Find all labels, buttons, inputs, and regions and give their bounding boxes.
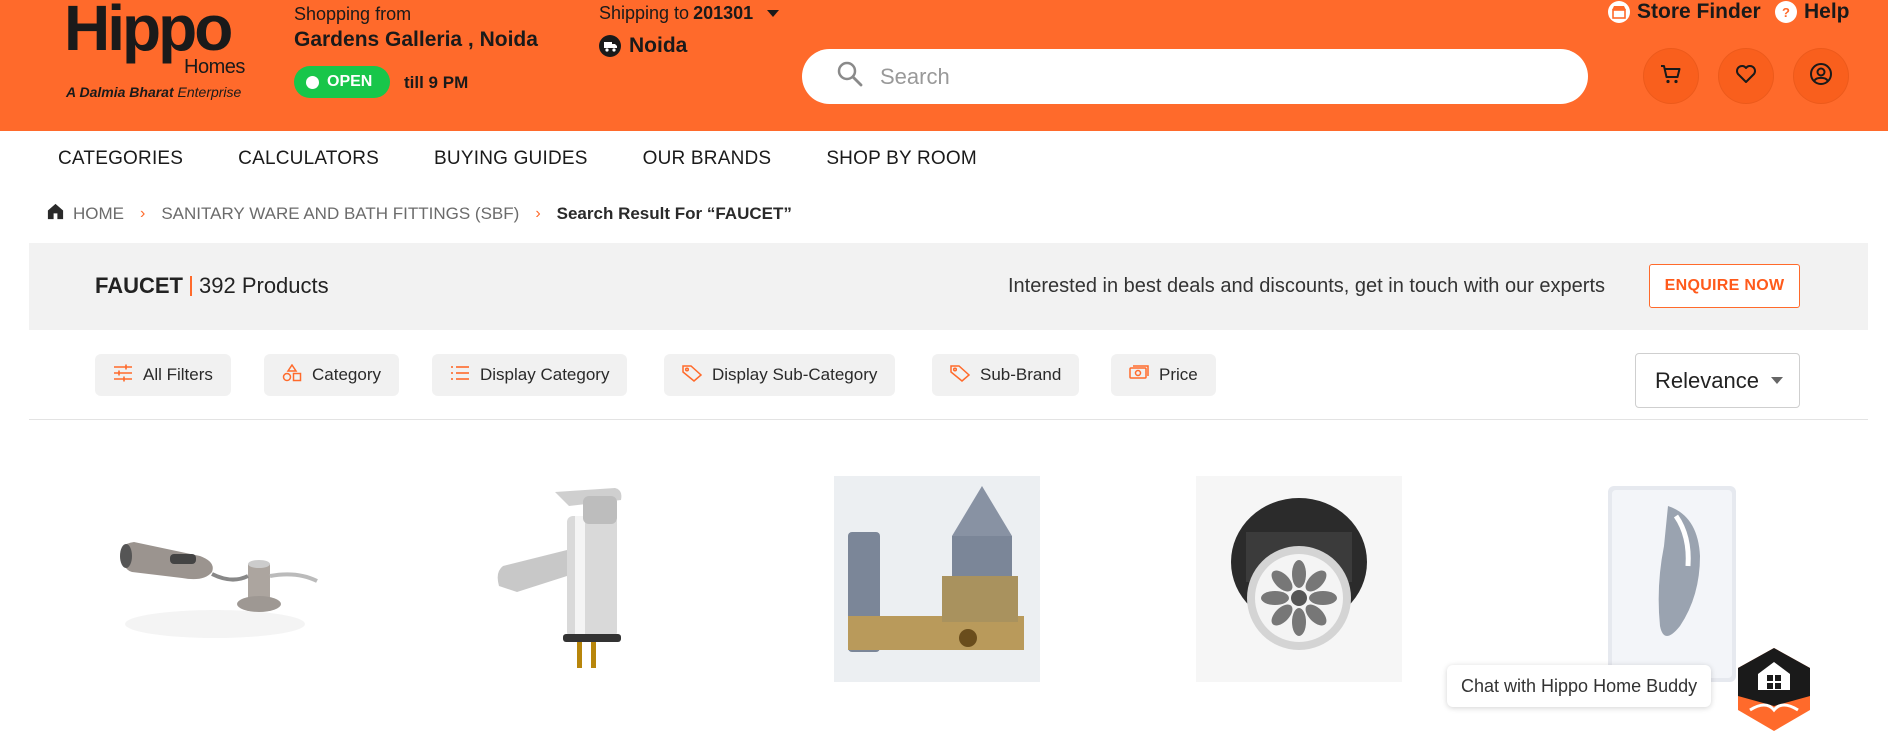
search-bar[interactable]: [802, 49, 1588, 104]
breadcrumb-category[interactable]: SANITARY WARE AND BATH FITTINGS (SBF): [161, 204, 519, 224]
money-icon: [1129, 364, 1149, 387]
wishlist-button[interactable]: [1718, 48, 1774, 104]
filter-label: All Filters: [143, 365, 213, 384]
chat-buddy-icon[interactable]: [1736, 648, 1812, 731]
shipping-city-text: Noida: [629, 34, 688, 57]
user-icon: [1809, 62, 1833, 91]
shipping-label: Shipping to: [599, 3, 690, 23]
search-result-bar: FAUCET 392 Products Interested in best d…: [29, 243, 1868, 330]
sort-dropdown[interactable]: Relevance: [1635, 353, 1800, 408]
help-label: Help: [1804, 0, 1850, 23]
store-finder-label: Store Finder: [1637, 0, 1761, 23]
nav-item-buying-guides[interactable]: BUYING GUIDES: [434, 148, 588, 170]
filter-label: Display Category: [480, 365, 610, 384]
heart-icon: [1734, 62, 1758, 91]
filter-label: Price: [1159, 365, 1198, 384]
home-icon: [46, 202, 65, 226]
filter-label: Category: [312, 365, 381, 384]
filter-all-filters[interactable]: All Filters: [95, 354, 231, 396]
filter-category[interactable]: Category: [264, 354, 399, 396]
shipping-to-selector[interactable]: Shipping to 201301: [599, 3, 780, 24]
enquire-message: Interested in best deals and discounts, …: [1008, 275, 1606, 297]
status-dot-icon: [306, 75, 319, 89]
nav-item-categories[interactable]: CATEGORIES: [58, 148, 183, 170]
product-image-basin-mixer[interactable]: [477, 476, 683, 682]
sort-selected-value: Relevance: [1655, 367, 1759, 393]
store-name[interactable]: Gardens Galleria , Noida: [294, 28, 538, 52]
shipping-pincode: 201301: [693, 3, 754, 23]
section-divider: [29, 419, 1868, 420]
chat-bubble[interactable]: Chat with Hippo Home Buddy: [1447, 665, 1712, 707]
open-status-text: OPEN: [327, 73, 373, 90]
breadcrumb: HOME › SANITARY WARE AND BATH FITTINGS (…: [46, 202, 792, 226]
shapes-icon: [282, 363, 302, 387]
cart-button[interactable]: [1643, 48, 1699, 104]
nav-item-our-brands[interactable]: OUR BRANDS: [643, 148, 772, 170]
filter-sub-brand[interactable]: Sub-Brand: [932, 354, 1080, 396]
product-count: 392 Products: [199, 273, 329, 298]
sliders-icon: [113, 364, 133, 387]
chevron-right-icon: ›: [535, 205, 541, 222]
account-button[interactable]: [1793, 48, 1849, 104]
list-icon: [450, 364, 470, 387]
logo-tagline: A Dalmia Bharat Enterprise: [66, 84, 242, 100]
breadcrumb-home[interactable]: HOME: [46, 202, 124, 226]
shipping-city: Noida: [599, 34, 687, 58]
filter-display-category[interactable]: Display Category: [432, 354, 628, 396]
hippo-homes-logo[interactable]: Hippo Homes A Dalmia Bharat Enterprise: [64, 0, 264, 105]
result-title: FAUCET 392 Products: [95, 273, 329, 299]
logo-main-text: Hippo: [64, 0, 233, 64]
nav-item-shop-by-room[interactable]: SHOP BY ROOM: [826, 148, 977, 170]
shopping-from-label: Shopping from: [294, 4, 412, 24]
filter-price[interactable]: Price: [1111, 354, 1216, 396]
chevron-down-icon: [1770, 377, 1783, 384]
open-status-badge: OPEN: [294, 66, 390, 98]
divider: [190, 276, 192, 296]
logo-sub-text: Homes: [184, 56, 245, 78]
search-term: FAUCET: [95, 273, 183, 298]
main-nav: CATEGORIES CALCULATORS BUYING GUIDES OUR…: [58, 148, 977, 170]
filter-label: Sub-Brand: [980, 365, 1062, 384]
filter-label: Display Sub-Category: [712, 365, 878, 384]
product-image-valve-body[interactable]: [834, 476, 1040, 682]
enquire-now-button[interactable]: ENQUIRE NOW: [1649, 264, 1800, 308]
product-image-pull-out-spray[interactable]: [112, 476, 318, 682]
breadcrumb-home-label: HOME: [73, 204, 124, 223]
tag-icon: [682, 364, 703, 387]
chevron-down-icon[interactable]: [767, 10, 780, 17]
breadcrumb-current: Search Result For “FAUCET”: [556, 204, 792, 223]
nav-item-calculators[interactable]: CALCULATORS: [238, 148, 379, 170]
tag-icon: [950, 364, 971, 387]
product-image-bottle-trap[interactable]: [1196, 476, 1402, 682]
help-icon: ?: [1775, 1, 1797, 23]
truck-icon: [599, 35, 621, 57]
filter-display-sub-category[interactable]: Display Sub-Category: [664, 354, 896, 396]
store-hours: till 9 PM: [404, 73, 469, 92]
cart-icon: [1659, 62, 1683, 91]
store-icon: [1608, 1, 1630, 23]
site-header: Hippo Homes A Dalmia Bharat Enterprise S…: [0, 0, 1888, 131]
store-finder-link[interactable]: Store Finder: [1608, 0, 1761, 24]
search-input[interactable]: [880, 63, 1540, 90]
chevron-right-icon: ›: [140, 205, 146, 222]
help-link[interactable]: ? Help: [1775, 0, 1850, 24]
search-icon[interactable]: [836, 60, 864, 93]
